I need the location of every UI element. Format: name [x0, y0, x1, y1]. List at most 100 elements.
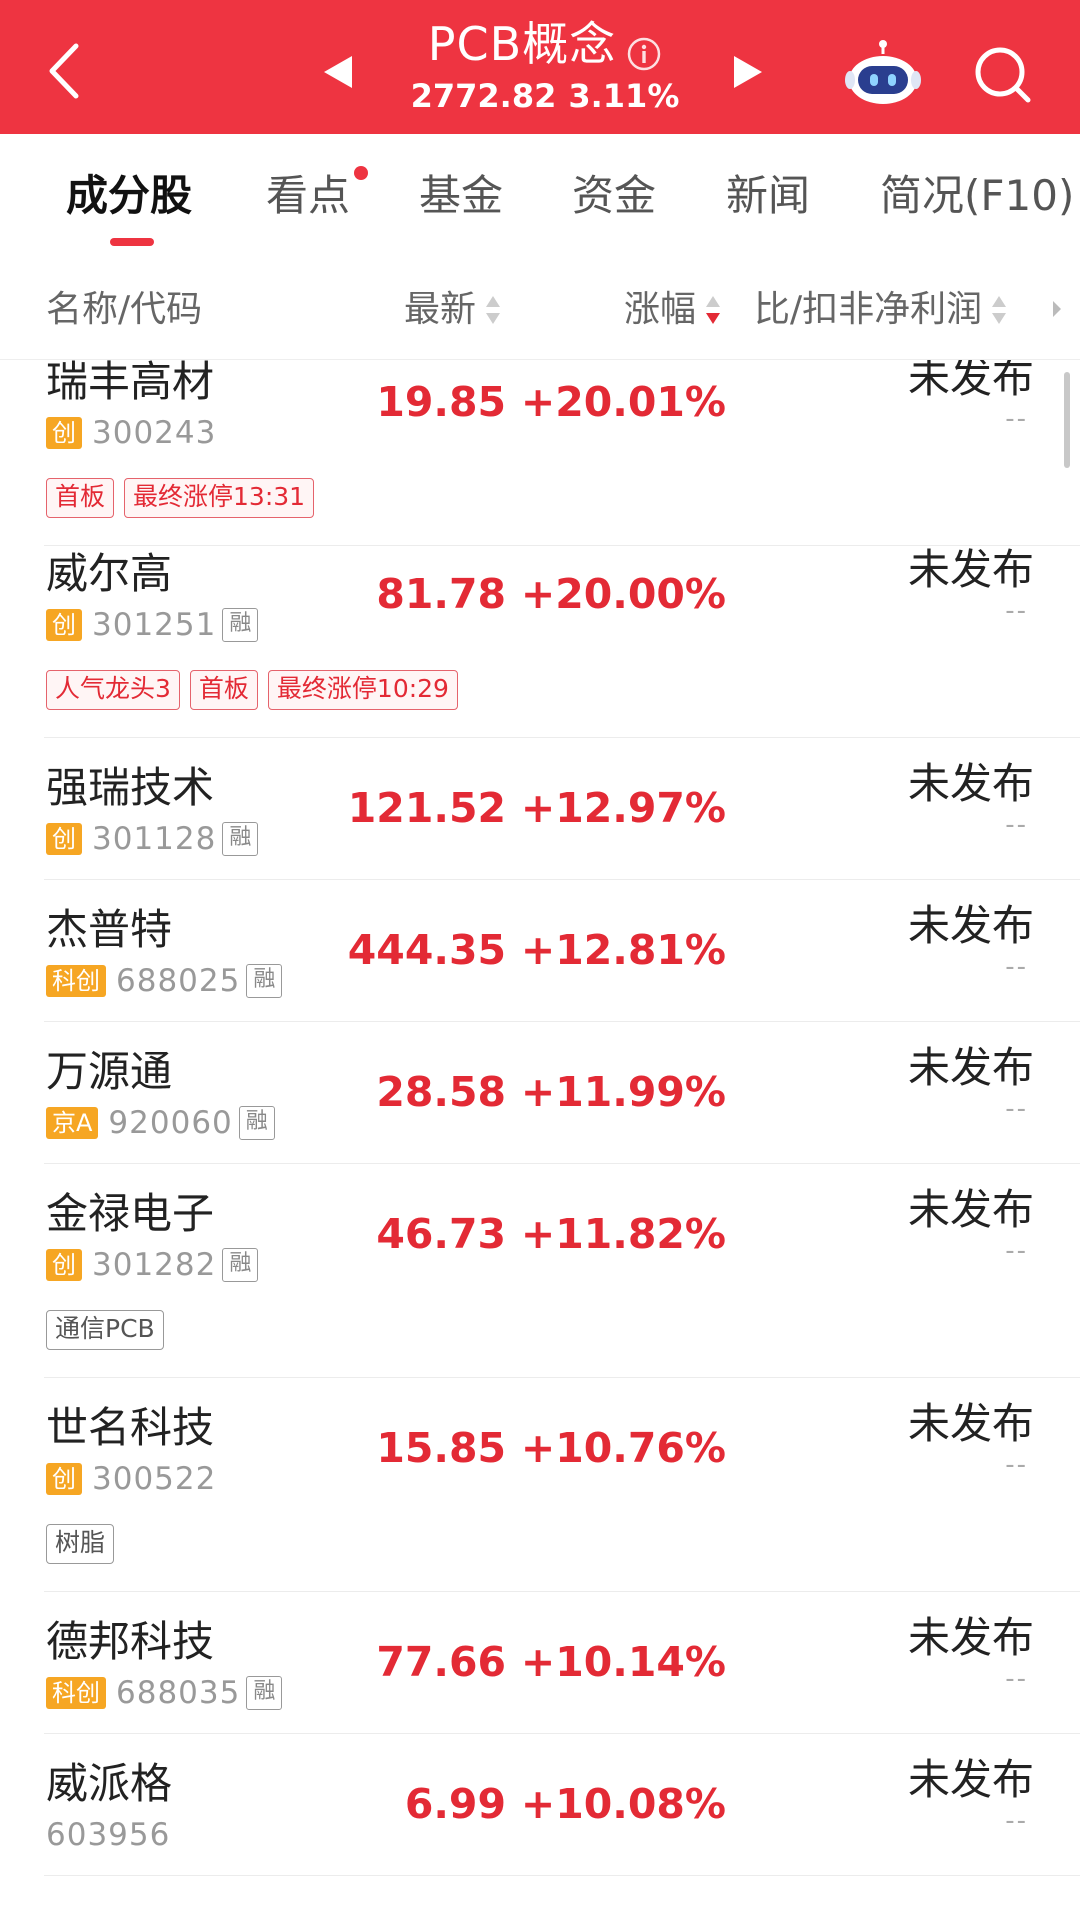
- next-concept-button[interactable]: [730, 52, 766, 92]
- stock-code-line: 京A 920060 融: [46, 1105, 275, 1141]
- index-change: 3.11%: [568, 77, 680, 115]
- stock-name: 强瑞技术: [46, 763, 215, 812]
- index-value: 2772.82: [410, 77, 557, 115]
- stock-tags: 树脂: [46, 1524, 115, 1564]
- change-percent: +10.14%: [520, 1638, 726, 1686]
- change-percent: +10.76%: [520, 1424, 726, 1472]
- net-profit-change: --: [1005, 810, 1028, 840]
- previous-concept-button[interactable]: [320, 52, 356, 92]
- stock-row[interactable]: 杰普特 科创 688025 融 444.35 +12.81% 未发布 --: [0, 880, 1080, 1022]
- column-net-profit[interactable]: 比/扣非净利润: [754, 286, 1008, 334]
- stock-code-line: 创 301128 融: [46, 821, 259, 857]
- stock-code: 603956: [46, 1817, 171, 1853]
- board-badge: 京A: [46, 1107, 99, 1139]
- board-badge: 创: [46, 609, 82, 641]
- stock-code: 688035: [116, 1675, 241, 1711]
- top-bar: PCB概念 2772.82 3.11%: [0, 0, 1080, 134]
- triangle-left-icon: [324, 56, 352, 88]
- chevron-left-icon: [49, 43, 79, 99]
- tab-constituents[interactable]: 成分股: [66, 168, 192, 224]
- stock-list[interactable]: 瑞丰高材创 300243 19.85 +20.01% 未发布 -- 首板 最终涨停13:31 威…: [0, 360, 1080, 1908]
- scrollbar[interactable]: [1064, 372, 1070, 468]
- change-percent: +11.82%: [520, 1210, 726, 1258]
- latest-price: 19.85: [376, 378, 506, 426]
- active-tab-indicator: [110, 238, 154, 246]
- stock-name: 杰普特: [46, 905, 173, 954]
- index-quote: 2772.82 3.11%: [360, 76, 730, 116]
- margin-trading-badge: 融: [222, 1248, 259, 1282]
- stock-row[interactable]: 强瑞技术创 301128 融 121.52 +12.97% 未发布 --: [0, 738, 1080, 880]
- stock-code-line: 603956: [46, 1817, 171, 1853]
- net-profit-status: 未发布: [907, 545, 1034, 594]
- stock-code: 301251: [92, 607, 217, 643]
- stock-tag[interactable]: 最终涨停13:31: [124, 478, 315, 518]
- change-percent: +20.00%: [520, 570, 726, 618]
- net-profit-status: 未发布: [907, 1185, 1034, 1234]
- back-button[interactable]: [40, 36, 100, 106]
- tab-news[interactable]: 新闻: [726, 168, 810, 224]
- tab-capital[interactable]: 资金: [572, 168, 656, 224]
- stock-tag[interactable]: 最终涨停10:29: [267, 670, 458, 710]
- stock-tag[interactable]: 首板: [46, 478, 115, 518]
- latest-price: 77.66: [376, 1638, 506, 1686]
- stock-tags: 通信PCB: [46, 1310, 164, 1350]
- stock-tag[interactable]: 树脂: [46, 1524, 115, 1564]
- tab-f10-profile[interactable]: 简况(F10): [880, 168, 1074, 224]
- latest-price: 6.99: [404, 1780, 506, 1828]
- stock-row[interactable]: 威尔高创 301251 融 81.78 +20.00% 未发布 -- 人气龙头3 首板 最终涨停1…: [0, 524, 1080, 738]
- stock-tags: 首板 最终涨停13:31: [46, 478, 315, 518]
- stock-code-line: 创 301251 融: [46, 607, 259, 643]
- column-latest[interactable]: 最新: [404, 286, 502, 334]
- latest-price: 46.73: [376, 1210, 506, 1258]
- search-icon: [975, 47, 1031, 103]
- search-button[interactable]: [970, 42, 1034, 106]
- net-profit-status: 未发布: [907, 1613, 1034, 1662]
- stock-code: 920060: [108, 1105, 233, 1141]
- stock-code-line: 科创 688035 融: [46, 1675, 283, 1711]
- net-profit-status: 未发布: [907, 1399, 1034, 1448]
- triangle-right-icon: [734, 56, 762, 88]
- stock-row[interactable]: 金禄电子创 301282 融 46.73 +11.82% 未发布 -- 通信PCB: [0, 1164, 1080, 1378]
- board-badge: 创: [46, 417, 82, 449]
- row-divider: [44, 1875, 1080, 1876]
- stock-code-line: 创 300522: [46, 1461, 217, 1497]
- concept-title-block: PCB概念 2772.82 3.11%: [360, 14, 730, 116]
- stock-code: 688025: [116, 963, 241, 999]
- net-profit-change: --: [1005, 1236, 1028, 1266]
- change-percent: +20.01%: [520, 378, 726, 426]
- stock-code: 300522: [92, 1461, 217, 1497]
- stock-row[interactable]: 瑞丰高材创 300243 19.85 +20.01% 未发布 -- 首板 最终涨停13:31: [0, 360, 1080, 546]
- stock-row[interactable]: 德邦科技 科创 688035 融 77.66 +10.14% 未发布 --: [0, 1592, 1080, 1734]
- stock-code: 301282: [92, 1247, 217, 1283]
- stock-tag[interactable]: 首板: [189, 670, 258, 710]
- latest-price: 28.58: [376, 1068, 506, 1116]
- tab-highlights[interactable]: 看点: [266, 168, 350, 224]
- change-percent: +10.08%: [520, 1780, 726, 1828]
- info-icon[interactable]: [626, 26, 662, 70]
- column-change[interactable]: 涨幅: [624, 286, 722, 334]
- stock-code-line: 科创 688025 融: [46, 963, 283, 999]
- net-profit-change: --: [1005, 404, 1028, 434]
- stock-row[interactable]: 万源通 京A 920060 融 28.58 +11.99% 未发布 --: [0, 1022, 1080, 1164]
- stock-name: 瑞丰高材: [46, 360, 215, 406]
- sort-descending-icon: [704, 292, 722, 326]
- robot-icon: [845, 40, 921, 104]
- stock-tag[interactable]: 人气龙头3: [46, 670, 180, 710]
- scroll-right-icon[interactable]: [1050, 298, 1064, 324]
- ai-assistant-button[interactable]: [842, 38, 924, 108]
- net-profit-status: 未发布: [907, 759, 1034, 808]
- net-profit-change: --: [1005, 596, 1028, 626]
- stock-tag[interactable]: 通信PCB: [46, 1310, 164, 1350]
- stock-row[interactable]: 威派格 603956 6.99 +10.08% 未发布 --: [0, 1734, 1080, 1876]
- stock-code-line: 创 301282 融: [46, 1247, 259, 1283]
- board-badge: 创: [46, 823, 82, 855]
- stock-row[interactable]: 世名科技创 300522 15.85 +10.76% 未发布 -- 树脂: [0, 1378, 1080, 1592]
- stock-name: 威尔高: [46, 549, 173, 598]
- stock-name: 世名科技: [46, 1403, 215, 1452]
- tab-funds[interactable]: 基金: [419, 168, 503, 224]
- stock-code-line: 创 300243: [46, 415, 216, 451]
- board-badge: 创: [46, 1463, 82, 1495]
- column-header: 名称/代码 最新 涨幅 比/扣非净利润: [0, 260, 1080, 360]
- page-title[interactable]: PCB概念: [360, 14, 730, 74]
- notification-dot: [354, 166, 368, 180]
